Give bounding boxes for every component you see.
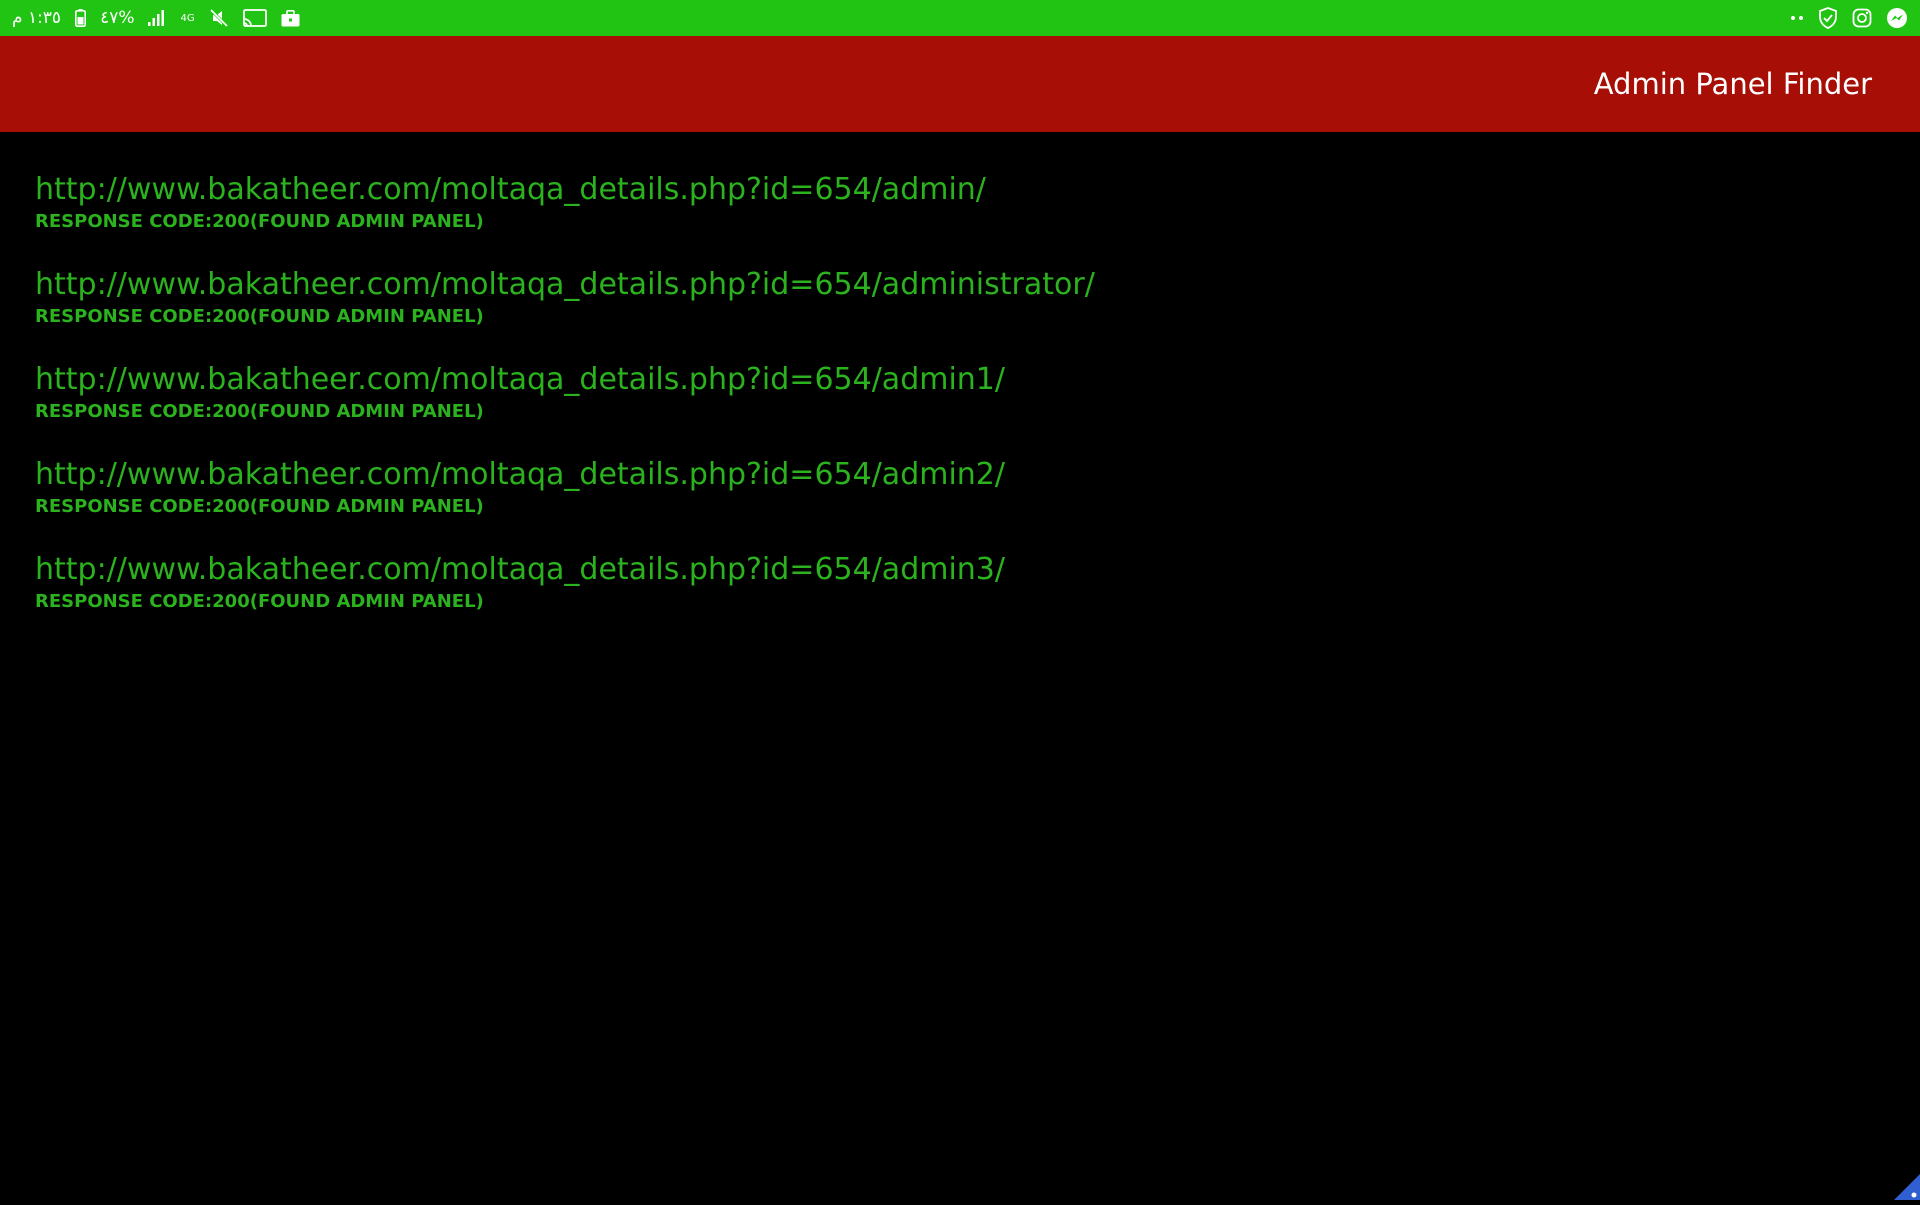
- result-status: RESPONSE CODE:200(FOUND ADMIN PANEL): [35, 590, 1875, 614]
- cast-icon: [243, 9, 267, 27]
- results-list: http://www.bakatheer.com/moltaqa_details…: [35, 170, 1875, 645]
- result-url: http://www.bakatheer.com/moltaqa_details…: [35, 455, 1875, 495]
- instagram-icon: [1852, 8, 1872, 28]
- app-title: Admin Panel Finder: [1594, 67, 1872, 101]
- result-url: http://www.bakatheer.com/moltaqa_details…: [35, 360, 1875, 400]
- work-profile-icon: [281, 10, 300, 27]
- more-dots-icon: [1790, 15, 1804, 21]
- list-item[interactable]: http://www.bakatheer.com/moltaqa_details…: [35, 550, 1875, 645]
- network-type-label: 4G: [180, 14, 194, 23]
- list-item[interactable]: http://www.bakatheer.com/moltaqa_details…: [35, 265, 1875, 360]
- status-time: ١:٣٥ م: [12, 8, 61, 28]
- status-bar-left: ١:٣٥ م %٤٧ 4G: [12, 0, 300, 36]
- result-url: http://www.bakatheer.com/moltaqa_details…: [35, 170, 1875, 210]
- status-bar-right: [1790, 0, 1908, 36]
- list-item[interactable]: http://www.bakatheer.com/moltaqa_details…: [35, 455, 1875, 550]
- app-bar: Admin Panel Finder: [0, 36, 1920, 132]
- result-status: RESPONSE CODE:200(FOUND ADMIN PANEL): [35, 495, 1875, 519]
- result-url: http://www.bakatheer.com/moltaqa_details…: [35, 550, 1875, 590]
- battery-icon: [75, 9, 86, 27]
- result-status: RESPONSE CODE:200(FOUND ADMIN PANEL): [35, 400, 1875, 424]
- mute-icon: [209, 8, 229, 28]
- network-4g-icon: 4G: [180, 14, 194, 23]
- resize-handle-icon[interactable]: [1890, 1170, 1920, 1200]
- result-status: RESPONSE CODE:200(FOUND ADMIN PANEL): [35, 210, 1875, 234]
- shield-icon: [1818, 7, 1838, 29]
- battery-percent: %٤٧: [100, 8, 134, 28]
- result-status: RESPONSE CODE:200(FOUND ADMIN PANEL): [35, 305, 1875, 329]
- list-item[interactable]: http://www.bakatheer.com/moltaqa_details…: [35, 360, 1875, 455]
- messenger-icon: [1886, 7, 1908, 29]
- list-item[interactable]: http://www.bakatheer.com/moltaqa_details…: [35, 170, 1875, 265]
- result-url: http://www.bakatheer.com/moltaqa_details…: [35, 265, 1875, 305]
- status-bar: ١:٣٥ م %٤٧ 4G: [0, 0, 1920, 36]
- signal-icon: [148, 10, 166, 26]
